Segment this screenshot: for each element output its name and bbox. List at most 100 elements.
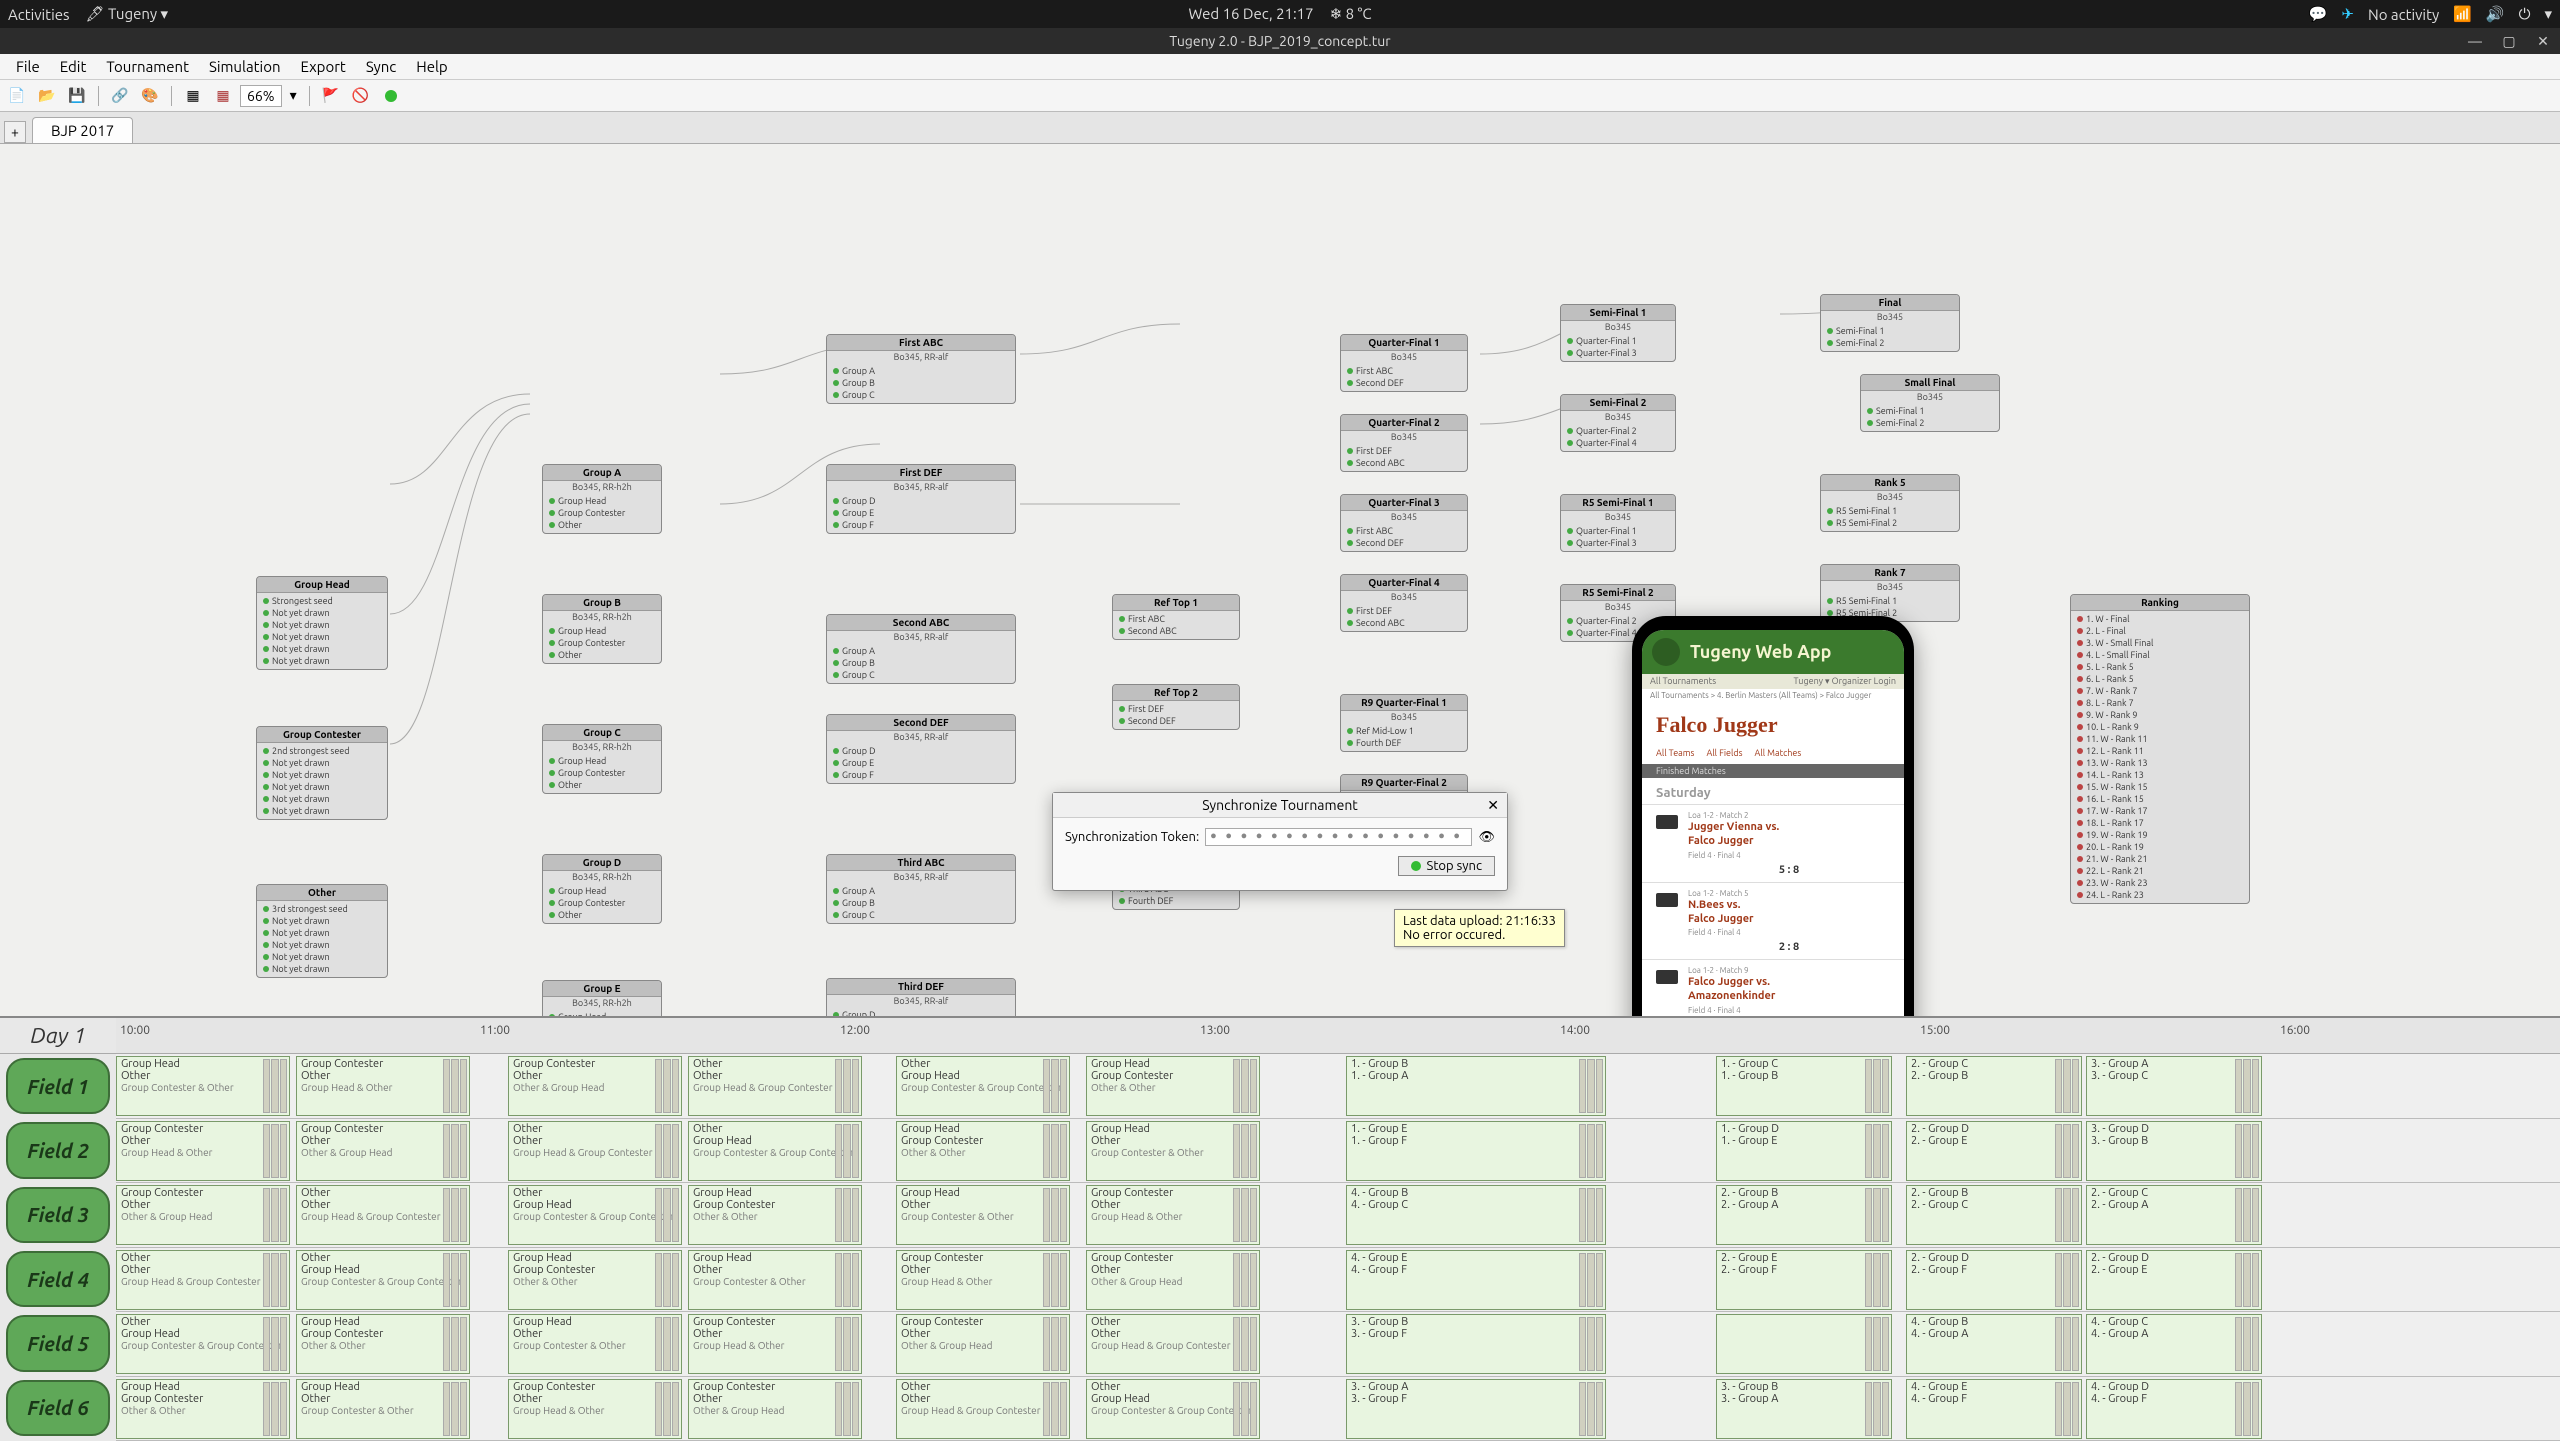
node-port[interactable]: R5 Semi-Final 2 [1825, 517, 1955, 529]
node-port[interactable]: 18. L - Rank 17 [2075, 817, 2245, 829]
match-block[interactable]: OtherGroup HeadGroup Contester & Group C… [688, 1121, 862, 1181]
match-block[interactable]: Group ContesterOtherOther & Group Head [296, 1121, 470, 1181]
tool-grid2-icon[interactable]: ▦ [210, 83, 236, 109]
node-port[interactable]: Semi-Final 1 [1825, 325, 1955, 337]
node-port[interactable]: 13. W - Rank 13 [2075, 757, 2245, 769]
add-tab-button[interactable]: + [4, 121, 26, 143]
field-label[interactable]: Field 3 [6, 1187, 110, 1243]
node-port[interactable]: Group A [831, 645, 1011, 657]
node-group-e[interactable]: Group E Bo345, RR-h2h Group HeadGroup Co… [542, 980, 662, 1016]
node-port[interactable]: Other [547, 909, 657, 921]
node-port[interactable]: Group B [831, 897, 1011, 909]
node-port[interactable]: Group A [831, 365, 1011, 377]
field-label[interactable]: Field 5 [6, 1315, 110, 1371]
dialog-close-icon[interactable]: ✕ [1487, 797, 1499, 814]
node-port[interactable]: R5 Semi-Final 1 [1825, 505, 1955, 517]
node-port[interactable]: Second DEF [1345, 377, 1463, 389]
node-port[interactable]: Group Contester [547, 637, 657, 649]
menu-simulation[interactable]: Simulation [199, 56, 291, 77]
field-label[interactable]: Field 6 [6, 1380, 110, 1436]
node-rank7[interactable]: Rank 7 Bo345 R5 Semi-Final 1R5 Semi-Fina… [1820, 564, 1960, 622]
maximize-button[interactable]: ▢ [2492, 28, 2526, 54]
node-port[interactable]: Not yet drawn [261, 951, 383, 963]
phone-tab-fields[interactable]: All Fields [1706, 748, 1742, 758]
node-port[interactable]: Group Contester [547, 897, 657, 909]
match-block[interactable]: Group HeadGroup ContesterOther & Other [896, 1121, 1070, 1181]
node-qf2[interactable]: Quarter-Final 2 Bo345 First DEFSecond AB… [1340, 414, 1468, 472]
tool-link-icon[interactable]: 🔗 [107, 83, 133, 109]
app-menu[interactable]: 🖋 Tugeny ▾ [86, 5, 169, 23]
match-block[interactable]: OtherGroup HeadGroup Contester & Group C… [1086, 1379, 1260, 1439]
node-final[interactable]: Final Bo345 Semi-Final 1Semi-Final 2 [1820, 294, 1960, 352]
node-port[interactable]: 16. L - Rank 15 [2075, 793, 2245, 805]
phone-tab-teams[interactable]: All Teams [1656, 748, 1694, 758]
match-block[interactable]: 1. - Group E1. - Group F [1346, 1121, 1606, 1181]
node-port[interactable]: Not yet drawn [261, 631, 383, 643]
match-block[interactable]: 4. - Group B4. - Group A [1906, 1314, 2082, 1374]
match-block[interactable]: OtherGroup HeadGroup Contester & Group C… [508, 1185, 682, 1245]
node-port[interactable]: Semi-Final 1 [1865, 405, 1995, 417]
node-rank5[interactable]: Rank 5 Bo345 R5 Semi-Final 1R5 Semi-Fina… [1820, 474, 1960, 532]
node-port[interactable]: 19. W - Rank 19 [2075, 829, 2245, 841]
match-block[interactable]: 4. - Group E4. - Group F [1346, 1250, 1606, 1310]
match-block[interactable]: OtherOtherGroup Head & Group Contester [688, 1056, 862, 1116]
node-port[interactable]: Group F [831, 769, 1011, 781]
node-port[interactable]: Quarter-Final 3 [1565, 537, 1671, 549]
node-first-def[interactable]: First DEF Bo345, RR-alf Group DGroup EGr… [826, 464, 1016, 534]
match-block[interactable]: Group ContesterOtherGroup Head & Other [508, 1379, 682, 1439]
node-port[interactable]: Group C [831, 669, 1011, 681]
match-block[interactable]: Group HeadGroup ContesterOther & Other [508, 1250, 682, 1310]
node-port[interactable]: Not yet drawn [261, 927, 383, 939]
match-block[interactable]: OtherOtherGroup Head & Group Contester [116, 1250, 290, 1310]
phone-nav-right[interactable]: Tugeny ▾ Organizer Login [1794, 676, 1896, 687]
node-port[interactable]: Not yet drawn [261, 769, 383, 781]
node-port[interactable]: Quarter-Final 4 [1565, 437, 1671, 449]
node-port[interactable]: Not yet drawn [261, 915, 383, 927]
tool-new-icon[interactable]: 📄 [4, 83, 30, 109]
eye-icon[interactable]: 👁 [1478, 830, 1495, 845]
node-port[interactable]: First DEF [1345, 445, 1463, 457]
phone-match-card[interactable]: Loa 1-2 · Match 2 Jugger Vienna vs.Falco… [1642, 804, 1904, 882]
match-block[interactable]: 3. - Group A3. - Group C [2086, 1056, 2262, 1116]
node-group-a[interactable]: Group A Bo345, RR-h2h Group HeadGroup Co… [542, 464, 662, 534]
node-port[interactable]: 10. L - Rank 9 [2075, 721, 2245, 733]
match-block[interactable]: Group HeadOtherGroup Contester & Other [296, 1379, 470, 1439]
node-port[interactable]: Second ABC [1345, 617, 1463, 629]
match-block[interactable]: 1. - Group D1. - Group E [1716, 1121, 1892, 1181]
match-block[interactable]: OtherGroup HeadGroup Contester & Group C… [896, 1056, 1070, 1116]
node-group-contester[interactable]: Group Contester 2nd strongest seedNot ye… [256, 726, 388, 820]
match-block[interactable]: Group ContesterOtherGroup Head & Other [688, 1314, 862, 1374]
match-block[interactable]: Group HeadOtherGroup Contester & Other [688, 1250, 862, 1310]
match-block[interactable]: Group HeadOtherGroup Contester & Other [896, 1185, 1070, 1245]
node-port[interactable]: Not yet drawn [261, 607, 383, 619]
match-block[interactable]: Group ContesterOtherOther & Group Head [896, 1314, 1070, 1374]
node-port[interactable]: Second DEF [1345, 537, 1463, 549]
node-qf1[interactable]: Quarter-Final 1 Bo345 First ABCSecond DE… [1340, 334, 1468, 392]
node-port[interactable]: Group E [831, 757, 1011, 769]
node-group-d[interactable]: Group D Bo345, RR-h2h Group HeadGroup Co… [542, 854, 662, 924]
match-block[interactable]: 4. - Group D4. - Group F [2086, 1379, 2262, 1439]
node-second-def[interactable]: Second DEF Bo345, RR-alf Group DGroup EG… [826, 714, 1016, 784]
node-port[interactable]: 22. L - Rank 21 [2075, 865, 2245, 877]
node-port[interactable]: Group E [831, 507, 1011, 519]
match-block[interactable]: Group HeadOtherGroup Contester & Other [508, 1314, 682, 1374]
node-port[interactable]: Group F [831, 519, 1011, 531]
node-third-abc[interactable]: Third ABC Bo345, RR-alf Group AGroup BGr… [826, 854, 1016, 924]
token-input[interactable] [1205, 828, 1472, 846]
match-block[interactable]: Group HeadGroup ContesterOther & Other [296, 1314, 470, 1374]
telegram-icon[interactable]: ✈ [2341, 5, 2354, 23]
match-block[interactable]: Group ContesterOtherOther & Group Head [688, 1379, 862, 1439]
node-port[interactable]: 9. W - Rank 9 [2075, 709, 2245, 721]
tool-flag-icon[interactable]: 🚩 [318, 83, 344, 109]
node-port[interactable]: 24. L - Rank 23 [2075, 889, 2245, 901]
node-group-c[interactable]: Group C Bo345, RR-h2h Group HeadGroup Co… [542, 724, 662, 794]
menu-file[interactable]: File [6, 56, 50, 77]
match-block[interactable]: 3. - Group D3. - Group B [2086, 1121, 2262, 1181]
tool-grid-icon[interactable]: ▦ [180, 83, 206, 109]
node-port[interactable]: 15. W - Rank 15 [2075, 781, 2245, 793]
node-port[interactable]: Group C [831, 909, 1011, 921]
node-port[interactable]: Group C [831, 389, 1011, 401]
match-block[interactable]: Group ContesterOtherGroup Head & Other [896, 1250, 1070, 1310]
node-sf2[interactable]: Semi-Final 2 Bo345 Quarter-Final 2Quarte… [1560, 394, 1676, 452]
match-block[interactable]: 3. - Group B3. - Group F [1346, 1314, 1606, 1374]
